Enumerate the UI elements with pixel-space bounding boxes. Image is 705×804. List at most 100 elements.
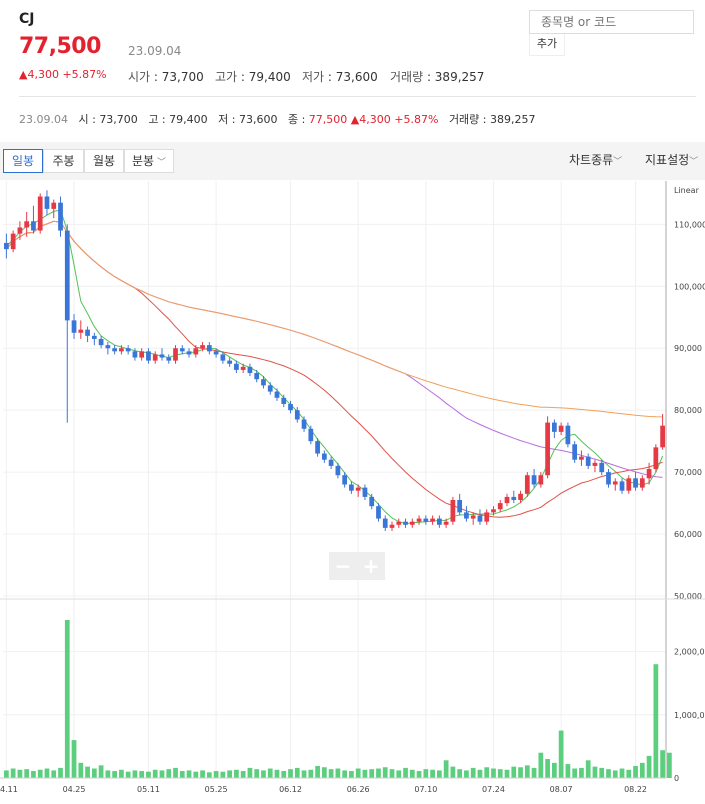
search-input[interactable]: [529, 10, 694, 34]
volume-bar: [430, 769, 435, 778]
candle-body: [464, 512, 469, 519]
volume-bar: [497, 769, 503, 778]
volume-tick-label: 0: [674, 774, 679, 783]
candle-body: [31, 221, 36, 231]
price-date: 23.09.04: [128, 44, 182, 58]
volume-bar: [660, 750, 665, 778]
volume-bar: [639, 762, 645, 778]
ma60-line: [6, 220, 663, 478]
volume-bar: [382, 767, 388, 778]
volume-bar: [558, 730, 564, 778]
volume-bar: [139, 771, 145, 778]
volume-bar: [606, 769, 611, 778]
candle-body: [423, 518, 429, 522]
volume-bar: [179, 771, 185, 778]
volume-bar: [538, 752, 544, 778]
candle-body: [44, 196, 50, 209]
candle-body: [443, 521, 449, 525]
candle-body: [206, 345, 212, 352]
candle-body: [518, 493, 523, 500]
candle-body: [477, 515, 483, 522]
candle-body: [585, 456, 591, 466]
chart-grid: [3, 181, 666, 778]
tab-weekly[interactable]: 주봉: [43, 149, 84, 173]
candle-body: [376, 506, 381, 519]
price-tick-label: 50,000: [674, 592, 702, 601]
volume-bar: [112, 771, 117, 778]
date-tick-label: 08.07: [550, 785, 573, 794]
volume-bar: [552, 762, 557, 778]
candle-body: [450, 499, 456, 522]
volume-bar: [64, 619, 70, 778]
volume-bar: [51, 770, 57, 778]
volume-bar: [389, 769, 395, 778]
price-change: ▲4,300 +5.87%: [19, 68, 107, 81]
candle-body: [294, 410, 300, 420]
price-tick-label: 110,000: [674, 220, 705, 229]
candle-body: [565, 425, 571, 445]
candle-body: [200, 345, 205, 349]
volume-bar: [653, 664, 659, 778]
candle-body: [335, 465, 341, 476]
candlesticks: [4, 190, 665, 531]
volume-bar: [301, 770, 307, 778]
volume-bar: [71, 740, 77, 778]
volume-bar: [484, 767, 490, 778]
volume-bar: [105, 770, 111, 778]
volume-bar: [152, 769, 158, 778]
volume-bar: [78, 762, 84, 778]
chevron-down-icon: ﹀: [689, 157, 699, 167]
ma5-line: [6, 209, 664, 525]
candle-body: [321, 453, 327, 460]
chevron-down-icon: ﹀: [154, 158, 166, 168]
volume-bar: [37, 769, 43, 778]
candle-body: [58, 202, 63, 231]
volume-stat: 거래량 : 389,257: [390, 70, 485, 84]
candle-body: [362, 487, 368, 497]
candle-body: [396, 521, 402, 525]
candle-body: [112, 348, 117, 352]
tab-minute[interactable]: 분봉 ﹀: [124, 149, 174, 173]
volume-bar: [524, 765, 530, 778]
volume-bar: [220, 771, 226, 778]
candle-body: [4, 242, 9, 250]
candle-body: [139, 351, 145, 358]
price-chart[interactable]: 50,000 60,000 70,000 80,000 90,000 100,000 110…: [0, 181, 705, 804]
date-tick-label: 04.25: [63, 785, 86, 794]
volume-bar: [612, 770, 618, 778]
volume-bar: [349, 771, 354, 778]
volume-bar: [125, 771, 131, 778]
candle-body: [626, 478, 632, 491]
volume-bar: [477, 769, 483, 778]
candle-body: [240, 366, 246, 370]
tab-daily[interactable]: 일봉: [3, 149, 43, 173]
indicator-settings-dropdown[interactable]: 지표설정﹀: [645, 151, 698, 168]
volume-bar: [288, 769, 293, 778]
candle-body: [288, 403, 293, 411]
candle-body: [227, 360, 233, 364]
chart-type-dropdown[interactable]: 차트종류﹀: [569, 151, 622, 168]
tab-monthly[interactable]: 월봉: [84, 149, 124, 173]
zoom-in-button[interactable]: +: [357, 552, 385, 580]
candle-body: [193, 348, 199, 355]
candle-body: [342, 475, 348, 485]
volume-bar: [633, 765, 638, 778]
volume-bar: [4, 770, 9, 778]
zoom-out-button[interactable]: −: [329, 552, 357, 580]
candle-body: [10, 233, 16, 250]
add-button[interactable]: 추가: [529, 34, 565, 56]
candle-body: [78, 329, 84, 333]
volume-bar: [254, 769, 260, 778]
candle-body: [382, 518, 388, 528]
candle-body: [91, 335, 97, 339]
volume-bar: [423, 769, 429, 778]
volume-bar: [213, 771, 219, 778]
candle-body: [369, 496, 375, 507]
volume-bar: [267, 768, 273, 778]
candle-body: [409, 521, 415, 525]
candle-body: [612, 481, 618, 485]
up-triangle-icon: ▲: [350, 113, 360, 126]
candle-body: [234, 363, 239, 370]
volume-bar: [186, 770, 192, 778]
volume-bar: [518, 767, 523, 778]
